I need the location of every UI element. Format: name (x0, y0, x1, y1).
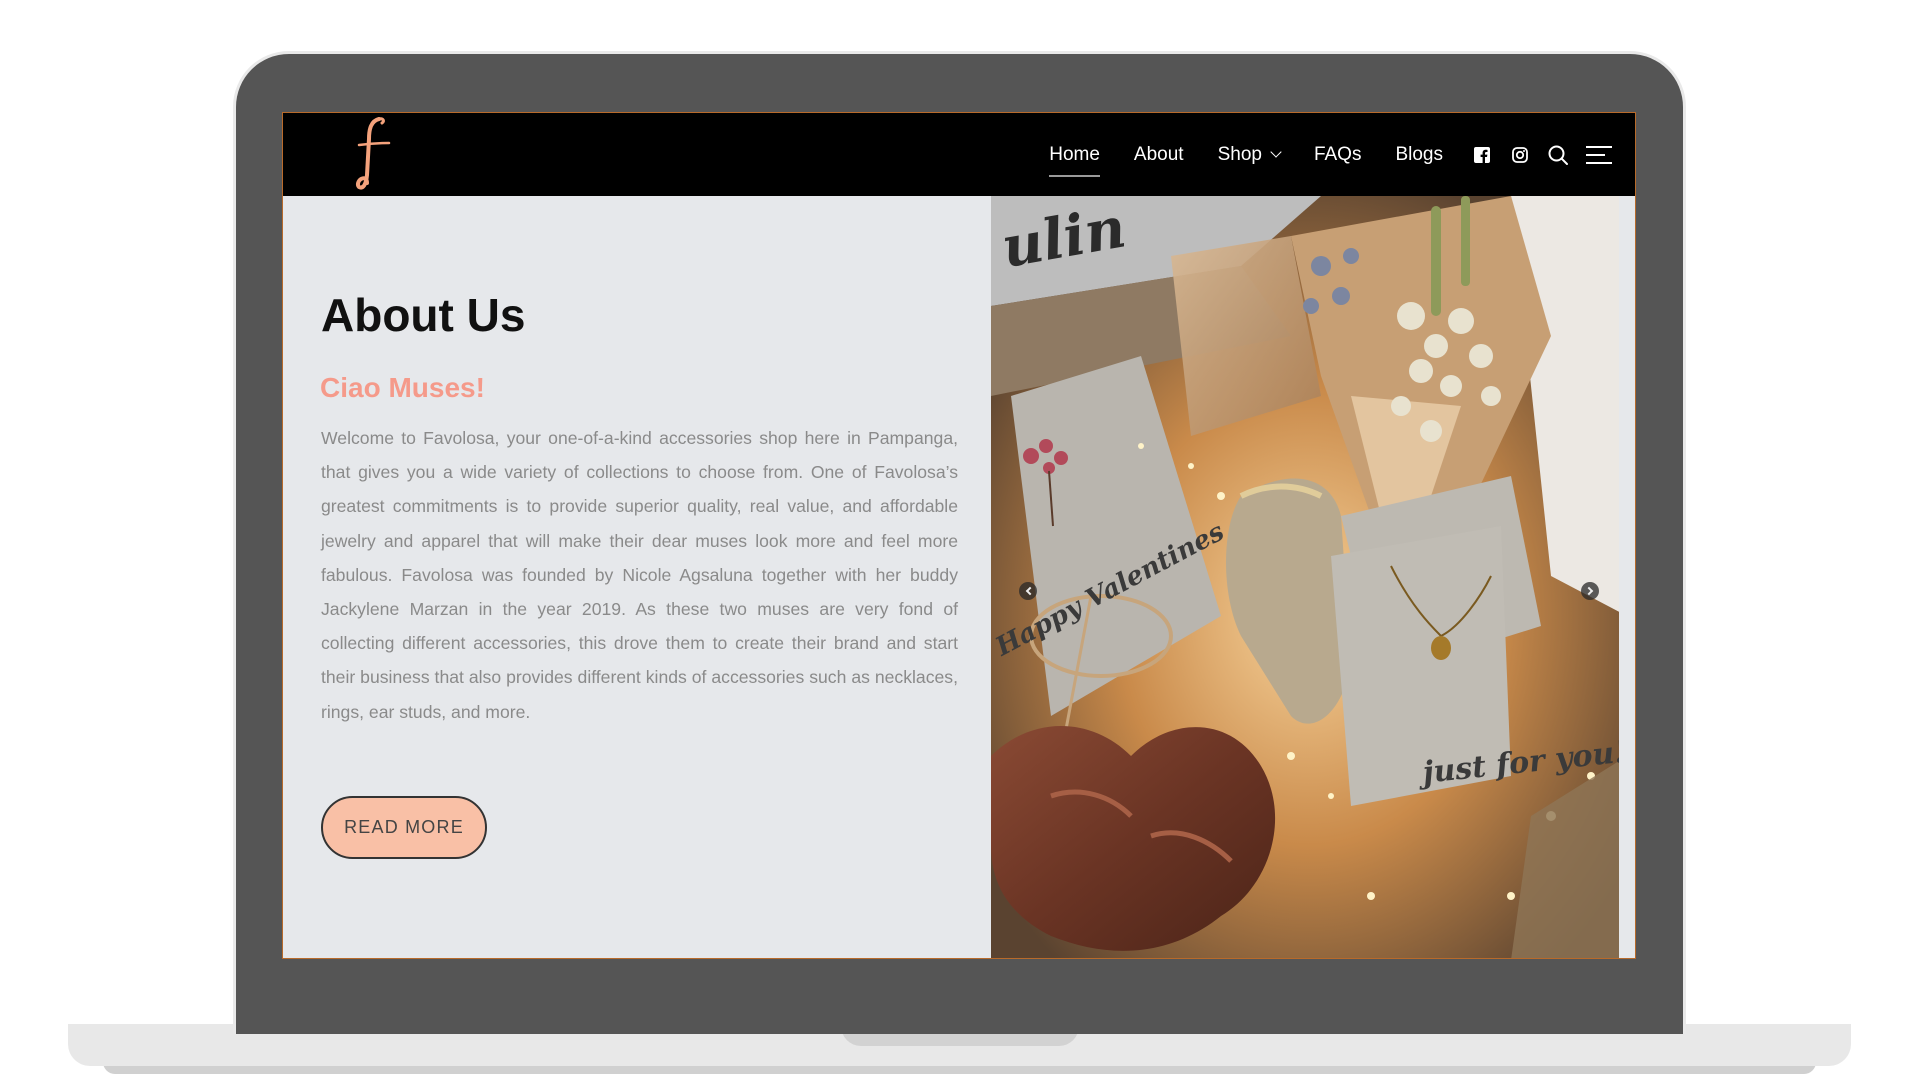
nav-shop[interactable]: Shop (1217, 143, 1282, 166)
about-section: About Us Ciao Muses! Welcome to Favolosa… (283, 196, 991, 958)
nav-home[interactable]: Home (1049, 144, 1100, 177)
gift-box-photo (991, 196, 1627, 958)
main-nav: Home About Shop FAQs Blogs (1049, 113, 1635, 196)
laptop-screen: Home About Shop FAQs Blogs About Us Ciao… (282, 112, 1636, 959)
search-icon[interactable] (1547, 144, 1569, 166)
about-subtitle: Ciao Muses! (320, 372, 485, 403)
read-more-button[interactable]: READ MORE (321, 796, 487, 859)
photo-edge-gap (1619, 196, 1627, 958)
about-body-text: Welcome to Favolosa, your one-of-a-kind … (321, 428, 958, 722)
nav-about[interactable]: About (1134, 144, 1184, 166)
instagram-icon[interactable] (1509, 144, 1531, 166)
hero-image-slider: ulin Happy Valentines just for you! (991, 196, 1627, 958)
slider-next-button[interactable] (1581, 582, 1599, 600)
nav-shop-label: Shop (1217, 143, 1262, 165)
menu-icon[interactable] (1585, 144, 1613, 166)
chevron-right-icon (1584, 586, 1593, 596)
chevron-left-icon (1025, 586, 1034, 596)
slider-prev-button[interactable] (1019, 582, 1037, 600)
chevron-down-icon (1270, 145, 1282, 158)
site-header: Home About Shop FAQs Blogs (283, 113, 1635, 196)
nav-blogs[interactable]: Blogs (1395, 144, 1443, 166)
nav-faqs[interactable]: FAQs (1314, 144, 1362, 166)
facebook-icon[interactable] (1471, 144, 1493, 166)
page-title: About Us (321, 289, 526, 341)
brand-logo[interactable] (349, 115, 395, 193)
logo-f-icon (355, 117, 391, 190)
